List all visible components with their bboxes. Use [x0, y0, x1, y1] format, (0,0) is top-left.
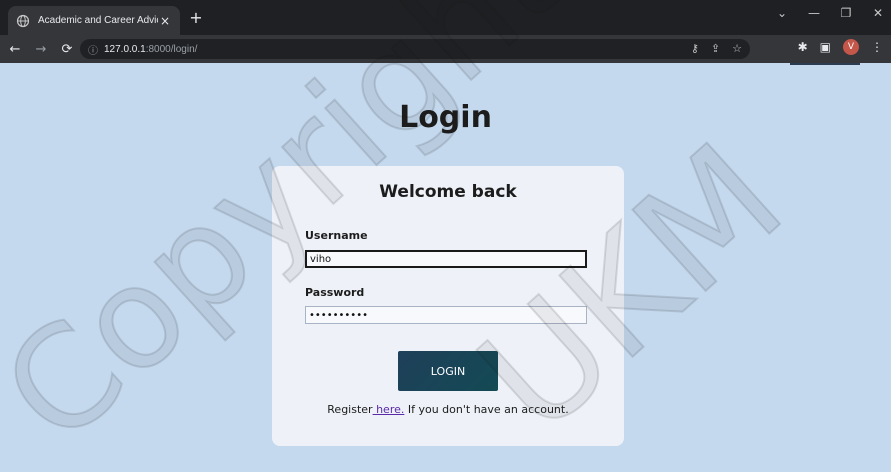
- back-icon[interactable]: ←: [4, 38, 26, 60]
- register-prefix: Register: [327, 403, 373, 416]
- login-card: Welcome back Username Password LOGIN Reg…: [272, 166, 624, 446]
- card-title: Welcome back: [379, 182, 517, 202]
- login-button[interactable]: LOGIN: [398, 351, 498, 391]
- password-label: Password: [305, 286, 365, 299]
- browser-tab[interactable]: Academic and Career Advice ×: [8, 6, 180, 35]
- extension-icons: ✱ ▣ V ⋮: [798, 39, 883, 55]
- register-link[interactable]: here.: [373, 403, 404, 416]
- url-path: :8000/login/: [145, 43, 198, 55]
- address-bar[interactable]: ⓘ 127.0.0.1:8000/login/ ⚷ ⇪ ☆: [80, 39, 750, 59]
- menu-icon[interactable]: ⋮: [871, 40, 883, 54]
- share-icon[interactable]: ⇪: [711, 42, 720, 55]
- url-host: 127.0.0.1: [104, 43, 146, 55]
- toolbar-underline: [790, 63, 860, 65]
- register-line: Register here. If you don't have an acco…: [272, 403, 624, 416]
- star-icon[interactable]: ☆: [732, 42, 742, 55]
- reload-icon[interactable]: ⟳: [56, 38, 78, 60]
- forward-icon[interactable]: →: [30, 38, 52, 60]
- tab-title: Academic and Career Advice: [38, 15, 158, 26]
- browser-tab-bar: Academic and Career Advice × + ⌄ — ❐ ✕: [0, 0, 891, 35]
- avatar[interactable]: V: [843, 39, 859, 55]
- window-controls: ⌄ — ❐ ✕: [775, 6, 885, 20]
- register-suffix: If you don't have an account.: [404, 403, 569, 416]
- address-bar-icons: ⚷ ⇪ ☆: [691, 42, 742, 55]
- username-input[interactable]: [305, 250, 587, 268]
- info-icon[interactable]: ⓘ: [88, 42, 98, 57]
- restore-icon[interactable]: ❐: [839, 6, 853, 20]
- globe-icon: [16, 14, 30, 28]
- page-title: Login: [399, 100, 492, 135]
- browser-toolbar: ← → ⟳ ⓘ 127.0.0.1:8000/login/ ⚷ ⇪ ☆ ✱ ▣ …: [0, 35, 891, 63]
- puzzle-icon[interactable]: ✱: [798, 40, 808, 54]
- key-icon[interactable]: ⚷: [691, 42, 699, 55]
- minimize-icon[interactable]: —: [807, 6, 821, 20]
- chevron-down-icon[interactable]: ⌄: [775, 6, 789, 20]
- new-tab-button[interactable]: +: [186, 8, 206, 28]
- username-label: Username: [305, 229, 368, 242]
- sidepanel-icon[interactable]: ▣: [820, 40, 831, 54]
- tab-close-icon[interactable]: ×: [158, 14, 172, 28]
- password-input[interactable]: [305, 306, 587, 324]
- close-window-icon[interactable]: ✕: [871, 6, 885, 20]
